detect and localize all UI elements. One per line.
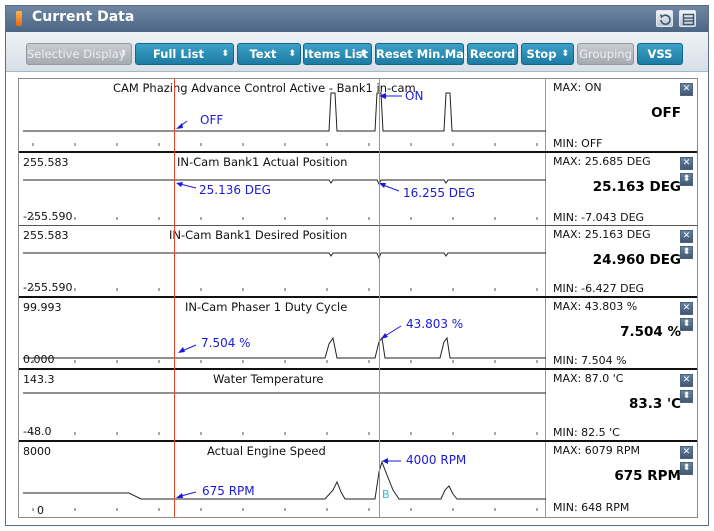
- graph-actual-position[interactable]: 255.583 IN-Cam Bank1 Actual Position -25…: [19, 153, 546, 225]
- data-graph-area: CAM Phazing Advance Control Active - Ban…: [18, 78, 698, 518]
- button-label: Text: [249, 47, 277, 61]
- window-title: Current Data: [32, 9, 135, 25]
- reset-min-max-button[interactable]: Reset Min.Max: [375, 43, 472, 65]
- retry-icon[interactable]: [656, 10, 673, 27]
- max-value: MAX: 43.803 %: [553, 300, 638, 313]
- items-list-dropdown[interactable]: Items List ⬍: [303, 43, 372, 65]
- annotation-actual-position-b: 16.255 DEG: [403, 186, 475, 200]
- value-box-engine-speed: MAX: 6079 RPM 675 RPM MIN: 648 RPM ✕ ⬍: [547, 442, 697, 517]
- graph-cam-phazing[interactable]: CAM Phazing Advance Control Active - Ban…: [19, 79, 546, 151]
- panel-duty-cycle: 99.993 IN-Cam Phaser 1 Duty Cycle 0.000 …: [19, 298, 697, 368]
- step-icon[interactable]: ⬍: [680, 246, 693, 259]
- annotation-on: ON: [405, 89, 424, 103]
- current-value: 7.504 %: [620, 324, 681, 340]
- annotation-off: OFF: [200, 113, 224, 127]
- chevron-updown-icon: ⬍: [288, 49, 296, 59]
- text-dropdown[interactable]: Text ⬍: [237, 43, 301, 65]
- current-data-window: Current Data Selective Display ⬍ Full Lis…: [5, 5, 709, 526]
- button-label: Reset Min.Max: [376, 47, 472, 61]
- min-value: MIN: -7.043 DEG: [553, 211, 645, 224]
- min-value: MIN: -6.427 DEG: [553, 282, 645, 295]
- cursor-b-label: B: [382, 488, 390, 501]
- signal-trace: [23, 325, 546, 363]
- panel-cam-phazing: CAM Phazing Advance Control Active - Ban…: [19, 79, 697, 151]
- window-icon[interactable]: [679, 10, 696, 27]
- step-icon[interactable]: ⬍: [680, 462, 693, 475]
- annotation-actual-position-a: 25.136 DEG: [199, 183, 271, 197]
- chevron-updown-icon: ⬍: [561, 49, 569, 59]
- panel-engine-speed: 8000 Actual Engine Speed 0 675 RPM 4000 …: [19, 442, 697, 517]
- step-icon[interactable]: ⬍: [680, 173, 693, 186]
- close-icon[interactable]: ✕: [680, 446, 693, 459]
- graph-water-temperature[interactable]: 143.3 Water Temperature -48.0: [19, 370, 546, 440]
- step-icon[interactable]: ⬍: [680, 390, 693, 403]
- title-bar: Current Data: [6, 6, 708, 32]
- toolbar: Selective Display ⬍ Full List ⬍ Text ⬍ Item…: [6, 32, 708, 72]
- signal-trace: [23, 458, 546, 511]
- grouping-button[interactable]: Grouping: [577, 43, 634, 65]
- button-label: Full List: [153, 47, 204, 61]
- value-box-duty-cycle: MAX: 43.803 % 7.504 % MIN: 7.504 % ✕ ⬍: [547, 298, 697, 368]
- min-value: MIN: OFF: [553, 137, 603, 150]
- close-icon[interactable]: ✕: [680, 302, 693, 315]
- current-value: 675 RPM: [614, 468, 681, 484]
- button-label: Items List: [304, 47, 369, 61]
- panel-desired-position: 255.583 IN-Cam Bank1 Desired Position -2…: [19, 226, 697, 296]
- app-icon: [16, 11, 22, 26]
- button-label: VSS: [647, 47, 673, 61]
- current-value: 83.3 'C: [628, 396, 681, 412]
- close-icon[interactable]: ✕: [680, 230, 693, 243]
- annotation-speed-b: 4000 RPM: [406, 453, 467, 467]
- max-value: MAX: 25.685 DEG: [553, 155, 651, 168]
- record-button[interactable]: Record: [467, 43, 518, 65]
- value-box-actual-position: MAX: 25.685 DEG 25.163 DEG MIN: -7.043 D…: [547, 153, 697, 225]
- max-value: MAX: 87.0 'C: [553, 372, 624, 385]
- current-value: 25.163 DEG: [592, 179, 681, 195]
- chevron-updown-icon: ⬍: [221, 49, 229, 59]
- max-value: MAX: ON: [553, 81, 602, 94]
- signal-trace: [23, 252, 546, 291]
- close-icon[interactable]: ✕: [680, 157, 693, 170]
- graph-engine-speed[interactable]: 8000 Actual Engine Speed 0 675 RPM 4000 …: [19, 442, 546, 517]
- annotation-duty-a: 7.504 %: [201, 336, 251, 350]
- current-value: OFF: [651, 105, 681, 121]
- chevron-updown-icon: ⬍: [119, 49, 127, 59]
- value-box-cam-phazing: MAX: ON OFF MIN: OFF ✕: [547, 79, 697, 151]
- close-icon[interactable]: ✕: [680, 374, 693, 387]
- vss-button[interactable]: VSS: [637, 43, 683, 65]
- chevron-updown-icon: ⬍: [359, 49, 367, 59]
- min-value: MIN: 648 RPM: [553, 501, 630, 514]
- button-label: Stop: [526, 47, 557, 61]
- selective-display-dropdown[interactable]: Selective Display ⬍: [26, 43, 132, 65]
- annotation-speed-a: 675 RPM: [202, 484, 255, 498]
- max-value: MAX: 25.163 DEG: [553, 228, 651, 241]
- annotation-duty-b: 43.803 %: [406, 317, 464, 331]
- signal-trace: [23, 92, 546, 146]
- min-value: MIN: 7.504 %: [553, 354, 627, 367]
- max-value: MAX: 6079 RPM: [553, 444, 641, 457]
- value-box-water-temperature: MAX: 87.0 'C 83.3 'C MIN: 82.5 'C ✕ ⬍: [547, 370, 697, 440]
- signal-trace: [23, 392, 546, 435]
- graph-duty-cycle[interactable]: 99.993 IN-Cam Phaser 1 Duty Cycle 0.000 …: [19, 298, 546, 368]
- stop-dropdown[interactable]: Stop ⬍: [521, 43, 574, 65]
- graph-desired-position[interactable]: 255.583 IN-Cam Bank1 Desired Position -2…: [19, 226, 546, 296]
- panel-actual-position: 255.583 IN-Cam Bank1 Actual Position -25…: [19, 153, 697, 225]
- cursor-a-line[interactable]: [174, 79, 175, 517]
- panel-water-temperature: 143.3 Water Temperature -48.0 MAX: 87.0 …: [19, 370, 697, 440]
- cursor-b-line[interactable]: [379, 79, 380, 517]
- close-icon[interactable]: ✕: [680, 83, 693, 96]
- button-label: Selective Display: [27, 47, 126, 61]
- current-value: 24.960 DEG: [592, 252, 681, 268]
- full-list-dropdown[interactable]: Full List ⬍: [135, 43, 234, 65]
- value-box-desired-position: MAX: 25.163 DEG 24.960 DEG MIN: -6.427 D…: [547, 226, 697, 296]
- button-label: Grouping: [579, 47, 632, 61]
- button-label: Record: [469, 47, 516, 61]
- min-value: MIN: 82.5 'C: [553, 426, 620, 439]
- step-icon[interactable]: ⬍: [680, 318, 693, 331]
